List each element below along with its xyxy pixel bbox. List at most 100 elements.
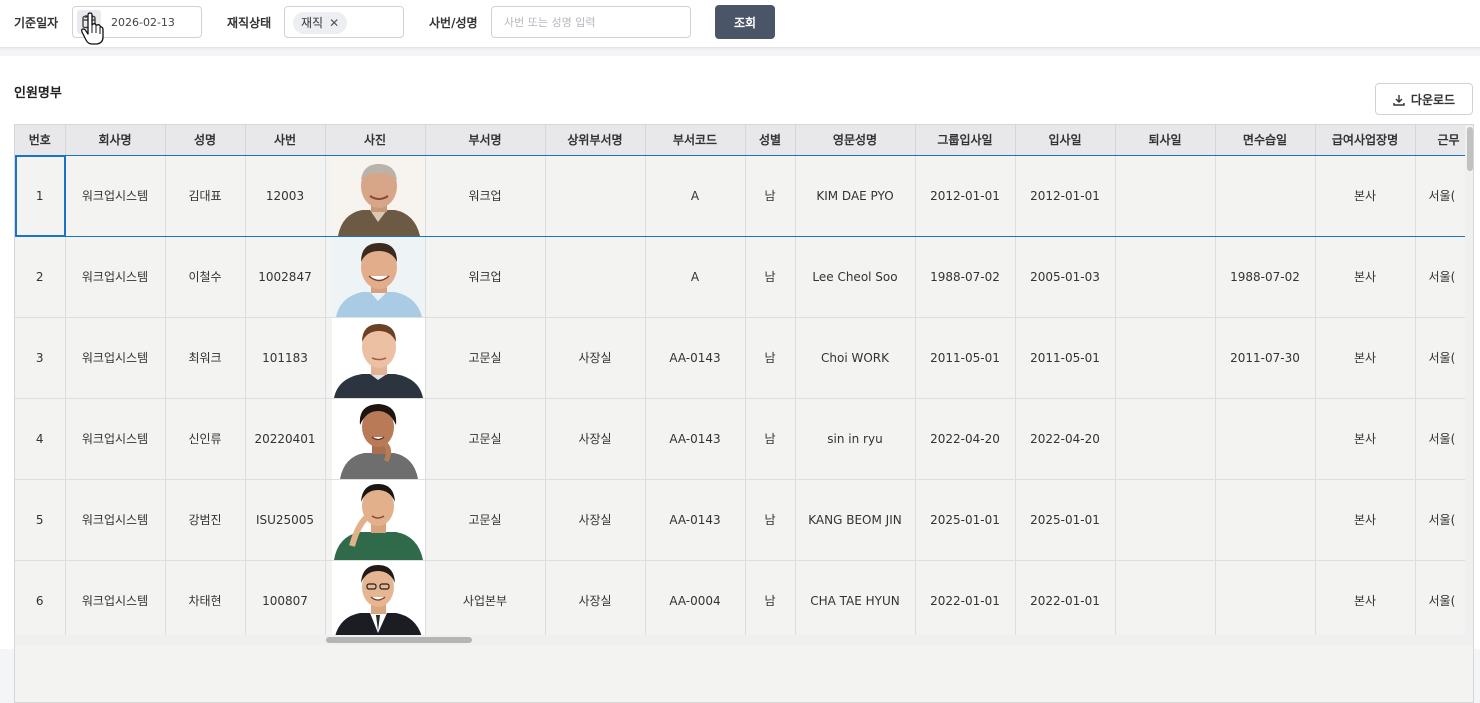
cell-eng-name[interactable]: KIM DAE PYO <box>795 155 916 237</box>
cell-dept[interactable]: 워크업 <box>425 236 546 318</box>
cell-group-join[interactable]: 2022-04-20 <box>915 398 1016 480</box>
col-header-name[interactable]: 성명 <box>165 125 246 156</box>
cell-emp-no[interactable]: 1002847 <box>245 236 326 318</box>
download-button[interactable]: 다운로드 <box>1375 83 1473 115</box>
cell-payroll-site[interactable]: 본사 <box>1315 317 1416 399</box>
cell-no[interactable]: 2 <box>15 236 66 318</box>
cell-eng-name[interactable]: Lee Cheol Soo <box>795 236 916 318</box>
chip-remove-icon[interactable]: ✕ <box>329 16 339 30</box>
cell-leave[interactable] <box>1115 317 1216 399</box>
cell-parent-dept[interactable]: 사장실 <box>545 398 646 480</box>
col-header-eng-name[interactable]: 영문성명 <box>795 125 916 156</box>
cell-dept[interactable]: 사업본부 <box>425 560 546 642</box>
cell-parent-dept[interactable] <box>545 155 646 237</box>
cell-group-join[interactable]: 2011-05-01 <box>915 317 1016 399</box>
cell-dept-code[interactable]: AA-0143 <box>645 317 746 399</box>
cell-company[interactable]: 워크업시스템 <box>65 317 166 399</box>
cell-name[interactable]: 김대표 <box>165 155 246 237</box>
cell-gender[interactable]: 남 <box>745 398 796 480</box>
cell-no[interactable]: 1 <box>15 155 66 237</box>
cell-gender[interactable]: 남 <box>745 236 796 318</box>
table-row[interactable]: 4 워크업시스템 신인류 20220401 고문실 사장실 AA-0143 남 … <box>15 398 1473 480</box>
status-select[interactable]: 재직 ✕ <box>284 6 404 38</box>
vertical-scroll-thumb[interactable] <box>1467 127 1473 171</box>
cell-eng-name[interactable]: KANG BEOM JIN <box>795 479 916 561</box>
col-header-payroll-site[interactable]: 급여사업장명 <box>1315 125 1416 156</box>
cell-company[interactable]: 워크업시스템 <box>65 155 166 237</box>
search-button[interactable]: 조회 <box>715 5 775 39</box>
cell-emp-no[interactable]: 12003 <box>245 155 326 237</box>
cell-dept-code[interactable]: AA-0143 <box>645 398 746 480</box>
cell-group-join[interactable]: 1988-07-02 <box>915 236 1016 318</box>
cell-group-join[interactable]: 2025-01-01 <box>915 479 1016 561</box>
cell-photo[interactable] <box>325 236 426 318</box>
cell-company[interactable]: 워크업시스템 <box>65 236 166 318</box>
cell-probation-end[interactable]: 1988-07-02 <box>1215 236 1316 318</box>
cell-name[interactable]: 신인류 <box>165 398 246 480</box>
cell-payroll-site[interactable]: 본사 <box>1315 155 1416 237</box>
cell-payroll-site[interactable]: 본사 <box>1315 398 1416 480</box>
cell-emp-no[interactable]: 20220401 <box>245 398 326 480</box>
cell-eng-name[interactable]: sin in ryu <box>795 398 916 480</box>
col-header-photo[interactable]: 사진 <box>325 125 426 156</box>
cell-dept[interactable]: 워크업 <box>425 155 546 237</box>
vertical-scrollbar[interactable] <box>1465 125 1473 645</box>
cell-probation-end[interactable]: 2011-07-30 <box>1215 317 1316 399</box>
cell-leave[interactable] <box>1115 398 1216 480</box>
cell-photo[interactable] <box>325 560 426 642</box>
cell-company[interactable]: 워크업시스템 <box>65 479 166 561</box>
cell-eng-name[interactable]: CHA TAE HYUN <box>795 560 916 642</box>
cell-gender[interactable]: 남 <box>745 155 796 237</box>
cell-probation-end[interactable] <box>1215 155 1316 237</box>
table-row[interactable]: 5 워크업시스템 강범진 ISU25005 고문실 사장실 AA-0143 남 … <box>15 479 1473 561</box>
cell-dept-code[interactable]: A <box>645 155 746 237</box>
cell-dept[interactable]: 고문실 <box>425 398 546 480</box>
cell-dept-code[interactable]: A <box>645 236 746 318</box>
cell-no[interactable]: 5 <box>15 479 66 561</box>
col-header-dept[interactable]: 부서명 <box>425 125 546 156</box>
cell-leave[interactable] <box>1115 560 1216 642</box>
horizontal-scroll-thumb[interactable] <box>326 637 472 643</box>
cell-no[interactable]: 4 <box>15 398 66 480</box>
cell-join[interactable]: 2022-01-01 <box>1015 560 1116 642</box>
cell-leave[interactable] <box>1115 155 1216 237</box>
cell-name[interactable]: 강범진 <box>165 479 246 561</box>
col-header-join[interactable]: 입사일 <box>1015 125 1116 156</box>
employee-grid[interactable]: 번호 회사명 성명 사번 사진 부서명 상위부서명 부서코드 성별 영문성명 그… <box>14 124 1474 703</box>
col-header-probation-end[interactable]: 면수습일 <box>1215 125 1316 156</box>
cell-gender[interactable]: 남 <box>745 560 796 642</box>
col-header-group-join[interactable]: 그룹입사일 <box>915 125 1016 156</box>
cell-eng-name[interactable]: Choi WORK <box>795 317 916 399</box>
horizontal-scrollbar[interactable] <box>15 635 1465 645</box>
col-header-gender[interactable]: 성별 <box>745 125 796 156</box>
cell-gender[interactable]: 남 <box>745 317 796 399</box>
cell-company[interactable]: 워크업시스템 <box>65 398 166 480</box>
cell-name[interactable]: 이철수 <box>165 236 246 318</box>
cell-join[interactable]: 2011-05-01 <box>1015 317 1116 399</box>
cell-dept[interactable]: 고문실 <box>425 479 546 561</box>
cell-parent-dept[interactable] <box>545 236 646 318</box>
col-header-no[interactable]: 번호 <box>15 125 66 156</box>
cell-join[interactable]: 2012-01-01 <box>1015 155 1116 237</box>
cell-no[interactable]: 6 <box>15 560 66 642</box>
table-row[interactable]: 6 워크업시스템 차태현 100807 사업본부 사장실 AA-0004 남 C… <box>15 560 1473 642</box>
cell-leave[interactable] <box>1115 479 1216 561</box>
cell-group-join[interactable]: 2012-01-01 <box>915 155 1016 237</box>
cell-probation-end[interactable] <box>1215 560 1316 642</box>
cell-name[interactable]: 차태현 <box>165 560 246 642</box>
cell-payroll-site[interactable]: 본사 <box>1315 479 1416 561</box>
cell-name[interactable]: 최워크 <box>165 317 246 399</box>
col-header-leave[interactable]: 퇴사일 <box>1115 125 1216 156</box>
cell-parent-dept[interactable]: 사장실 <box>545 479 646 561</box>
cell-parent-dept[interactable]: 사장실 <box>545 560 646 642</box>
cell-emp-no[interactable]: ISU25005 <box>245 479 326 561</box>
cell-photo[interactable] <box>325 398 426 480</box>
search-input[interactable] <box>491 6 691 38</box>
cell-dept-code[interactable]: AA-0143 <box>645 479 746 561</box>
col-header-parent-dept[interactable]: 상위부서명 <box>545 125 646 156</box>
cell-emp-no[interactable]: 100807 <box>245 560 326 642</box>
col-header-company[interactable]: 회사명 <box>65 125 166 156</box>
cell-probation-end[interactable] <box>1215 398 1316 480</box>
table-row[interactable]: 2 워크업시스템 이철수 1002847 워크업 A 남 Lee Cheol S… <box>15 236 1473 318</box>
col-header-dept-code[interactable]: 부서코드 <box>645 125 746 156</box>
